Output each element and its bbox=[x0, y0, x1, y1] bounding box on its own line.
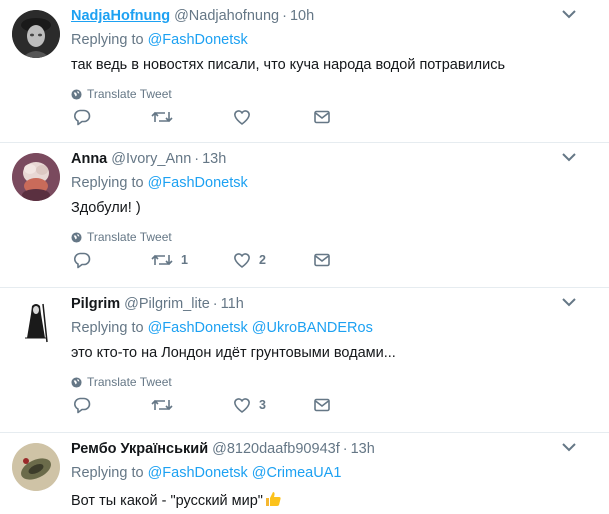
mention-link[interactable]: @FashDonetsk bbox=[148, 32, 248, 48]
reply-button[interactable] bbox=[73, 250, 91, 270]
mention-link[interactable]: @FashDonetsk bbox=[148, 320, 248, 336]
replying-to-label: Replying to bbox=[71, 465, 144, 481]
timestamp[interactable]: 10h bbox=[290, 8, 314, 24]
avatar-image bbox=[12, 153, 60, 201]
tweet-text-content: Вот ты какой - "русский мир" bbox=[71, 493, 263, 509]
avatar-image bbox=[12, 298, 60, 346]
reply-button[interactable] bbox=[73, 107, 91, 127]
timestamp[interactable]: 13h bbox=[351, 441, 375, 457]
display-name[interactable]: NadjaHofnung bbox=[71, 8, 170, 24]
replying-to-label: Replying to bbox=[71, 320, 144, 336]
tweet-actions bbox=[71, 107, 371, 127]
message-button[interactable] bbox=[313, 107, 331, 127]
caret-down-icon[interactable] bbox=[559, 149, 579, 165]
retweet-icon bbox=[151, 399, 173, 411]
translate-tweet[interactable]: Translate Tweet bbox=[71, 373, 597, 391]
username[interactable]: @Nadjahofnung bbox=[174, 8, 279, 24]
retweet-count: 1 bbox=[181, 253, 188, 267]
tweet-actions: 3 bbox=[71, 395, 371, 415]
tweet-text: это кто-то на Лондон идёт грунтовыми вод… bbox=[71, 345, 396, 361]
mention-link[interactable]: @FashDonetsk bbox=[148, 465, 248, 481]
avatar[interactable] bbox=[12, 443, 60, 491]
like-icon bbox=[234, 253, 250, 268]
reply-icon bbox=[74, 397, 91, 414]
globe-icon bbox=[71, 88, 82, 100]
tweet: NadjaHofnung @Nadjahofnung · 10h Replyin… bbox=[0, 0, 609, 143]
tweet-text: Вот ты какой - "русский мир" bbox=[71, 490, 597, 510]
replying-to-label: Replying to bbox=[71, 175, 144, 191]
caret-down-icon[interactable] bbox=[559, 439, 579, 455]
avatar[interactable] bbox=[12, 153, 60, 201]
globe-icon bbox=[71, 376, 82, 388]
display-name[interactable]: Рембо Український bbox=[71, 441, 208, 457]
message-icon bbox=[314, 253, 330, 267]
username[interactable]: @Ivory_Ann bbox=[111, 151, 191, 167]
message-button[interactable] bbox=[313, 395, 331, 415]
translate-tweet[interactable]: Translate Tweet bbox=[71, 85, 597, 103]
retweet-button[interactable]: 1 bbox=[151, 250, 188, 270]
mention-link[interactable]: @CrimeaUA1 bbox=[252, 465, 342, 481]
reply-context: Replying to @FashDonetsk @CrimeaUA1 bbox=[71, 465, 597, 485]
tweet-text: так ведь в новостях писали, что куча нар… bbox=[71, 57, 505, 73]
tweet: Pilgrim @Pilgrim_lite · 11h Replying to … bbox=[0, 288, 609, 433]
avatar-image bbox=[12, 10, 60, 58]
tweet-actions: 1 2 bbox=[71, 250, 371, 270]
message-icon bbox=[314, 110, 330, 124]
tweet-text: Здобули! ) bbox=[71, 200, 141, 216]
like-button[interactable] bbox=[233, 107, 259, 127]
retweet-icon bbox=[151, 254, 173, 266]
tweet: Anna @Ivory_Ann · 13h Replying to @FashD… bbox=[0, 143, 609, 288]
like-count: 3 bbox=[259, 398, 266, 412]
reply-icon bbox=[74, 252, 91, 269]
avatar[interactable] bbox=[12, 10, 60, 58]
mention-link[interactable]: @UkroBANDERos bbox=[252, 320, 373, 336]
avatar[interactable] bbox=[12, 298, 60, 346]
reply-button[interactable] bbox=[73, 395, 91, 415]
like-icon bbox=[234, 110, 250, 125]
timestamp[interactable]: 11h bbox=[221, 296, 244, 312]
separator-dot: · bbox=[282, 8, 287, 24]
like-button[interactable]: 3 bbox=[233, 395, 266, 415]
caret-down-icon[interactable] bbox=[559, 6, 579, 22]
retweet-button[interactable] bbox=[151, 395, 181, 415]
reply-context: Replying to @FashDonetsk bbox=[71, 32, 597, 52]
username[interactable]: @Pilgrim_lite bbox=[124, 296, 210, 312]
translate-label: Translate Tweet bbox=[87, 87, 172, 101]
retweet-button[interactable] bbox=[151, 107, 181, 127]
separator-dot: · bbox=[194, 151, 200, 167]
username[interactable]: @8120daafb90943f bbox=[212, 441, 340, 457]
display-name[interactable]: Pilgrim bbox=[71, 296, 120, 312]
tweet: Рембо Український @8120daafb90943f · 13h… bbox=[0, 433, 609, 514]
display-name[interactable]: Anna bbox=[71, 151, 107, 167]
reply-context: Replying to @FashDonetsk @UkroBANDERos bbox=[71, 320, 597, 340]
timestamp[interactable]: 13h bbox=[202, 151, 226, 167]
thumbs-up-emoji bbox=[264, 490, 282, 512]
avatar-image bbox=[12, 443, 60, 491]
translate-label: Translate Tweet bbox=[87, 230, 172, 244]
replying-to-label: Replying to bbox=[71, 32, 144, 48]
caret-down-icon[interactable] bbox=[559, 294, 579, 310]
like-button[interactable]: 2 bbox=[233, 250, 266, 270]
like-count: 2 bbox=[259, 253, 266, 267]
separator-dot: · bbox=[212, 296, 218, 312]
separator-dot: · bbox=[342, 441, 348, 457]
message-button[interactable] bbox=[313, 250, 331, 270]
translate-tweet[interactable]: Translate Tweet bbox=[71, 228, 597, 246]
reply-icon bbox=[74, 109, 91, 126]
globe-icon bbox=[71, 231, 82, 243]
mention-link[interactable]: @FashDonetsk bbox=[148, 175, 248, 191]
translate-label: Translate Tweet bbox=[87, 375, 172, 389]
message-icon bbox=[314, 398, 330, 412]
like-icon bbox=[234, 398, 250, 413]
reply-context: Replying to @FashDonetsk bbox=[71, 175, 597, 195]
retweet-icon bbox=[151, 111, 173, 123]
